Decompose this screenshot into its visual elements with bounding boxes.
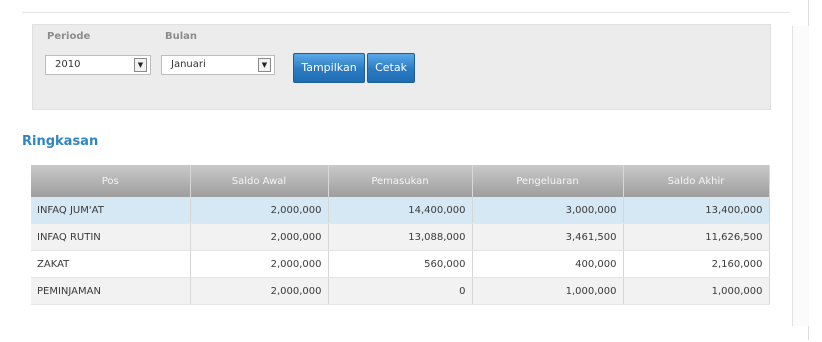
- periode-select-value: 2010: [55, 59, 81, 70]
- cell-saldo-awal: 2,000,000: [190, 223, 329, 251]
- cell-saldo-awal: 2,000,000: [190, 250, 329, 278]
- bulan-select-value: Januari: [171, 59, 206, 70]
- cell-pemasukan: 13,088,000: [328, 223, 473, 251]
- bulan-select[interactable]: Januari ▼: [161, 55, 275, 75]
- cell-saldo-awal: 2,000,000: [190, 277, 329, 305]
- column-header-saldo-akhir[interactable]: Saldo Akhir: [623, 165, 770, 197]
- filter-panel: Periode Bulan 2010 ▼ Januari ▼ Tampilkan…: [32, 24, 771, 110]
- cell-saldo-awal: 2,000,000: [190, 197, 329, 224]
- summary-table: Pos Saldo Awal Pemasukan Pengeluaran Sal…: [31, 165, 770, 305]
- table-row[interactable]: INFAQ RUTIN 2,000,000 13,088,000 3,461,5…: [31, 223, 770, 251]
- cell-pengeluaran: 400,000: [472, 250, 624, 278]
- tampilkan-button[interactable]: Tampilkan: [293, 53, 365, 83]
- top-divider: [22, 12, 790, 13]
- column-header-pengeluaran[interactable]: Pengeluaran: [472, 165, 624, 197]
- table-row[interactable]: INFAQ JUM'AT 2,000,000 14,400,000 3,000,…: [31, 197, 770, 224]
- periode-label: Periode: [47, 31, 91, 42]
- table-header-row: Pos Saldo Awal Pemasukan Pengeluaran Sal…: [31, 165, 770, 197]
- right-scroll-rail[interactable]: [792, 26, 809, 326]
- cell-pengeluaran: 1,000,000: [472, 277, 624, 305]
- chevron-down-icon[interactable]: ▼: [134, 58, 147, 72]
- cell-pemasukan: 0: [328, 277, 473, 305]
- cell-saldo-akhir: 13,400,000: [623, 197, 770, 224]
- column-header-pos[interactable]: Pos: [31, 165, 191, 197]
- cetak-button[interactable]: Cetak: [367, 53, 415, 83]
- cell-pos: PEMINJAMAN: [31, 277, 191, 305]
- section-title: Ringkasan: [22, 134, 99, 149]
- table-row[interactable]: ZAKAT 2,000,000 560,000 400,000 2,160,00…: [31, 250, 770, 278]
- chevron-down-icon[interactable]: ▼: [258, 58, 271, 72]
- cell-pengeluaran: 3,461,500: [472, 223, 624, 251]
- cell-pos: ZAKAT: [31, 250, 191, 278]
- bulan-label: Bulan: [165, 31, 198, 42]
- cell-pos: INFAQ RUTIN: [31, 223, 191, 251]
- periode-select[interactable]: 2010 ▼: [45, 55, 151, 75]
- cell-saldo-akhir: 11,626,500: [623, 223, 770, 251]
- cell-pemasukan: 560,000: [328, 250, 473, 278]
- cell-saldo-akhir: 2,160,000: [623, 250, 770, 278]
- cell-pengeluaran: 3,000,000: [472, 197, 624, 224]
- cell-pemasukan: 14,400,000: [328, 197, 473, 224]
- table-row[interactable]: PEMINJAMAN 2,000,000 0 1,000,000 1,000,0…: [31, 277, 770, 305]
- column-header-pemasukan[interactable]: Pemasukan: [328, 165, 473, 197]
- cell-saldo-akhir: 1,000,000: [623, 277, 770, 305]
- column-header-saldo-awal[interactable]: Saldo Awal: [190, 165, 329, 197]
- cell-pos: INFAQ JUM'AT: [31, 197, 191, 224]
